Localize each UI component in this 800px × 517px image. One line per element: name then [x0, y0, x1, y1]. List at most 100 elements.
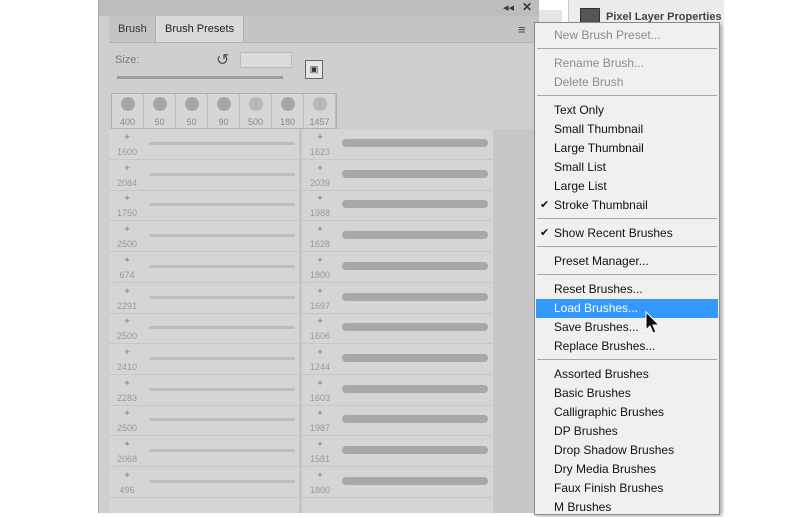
brush-stroke-preview: [149, 387, 295, 391]
brush-presets-grid: ✦ 1600 ✦ 2084 ✦ 1750 ✦ 2500 ✦ 674 ✦ 2291 ✦ 2500 ✦ 2410 ✦…: [109, 129, 493, 513]
menu-item-drop-shadow-brushes[interactable]: Drop Shadow Brushes: [536, 441, 718, 460]
brush-preset-item[interactable]: ✦ 1606: [302, 313, 492, 345]
menu-item-rename-brush[interactable]: Rename Brush...: [536, 54, 718, 73]
panel-menu-icon[interactable]: ≡: [518, 22, 526, 37]
menu-item-small-thumbnail[interactable]: Small Thumbnail: [536, 120, 718, 139]
menu-item-basic-brushes[interactable]: Basic Brushes: [536, 384, 718, 403]
brush-preset-item[interactable]: ✦ 1628: [302, 221, 492, 253]
brush-tip-icon: [280, 97, 295, 111]
recent-brush[interactable]: 400: [112, 94, 144, 128]
brush-preset-item[interactable]: ✦ 2500: [109, 313, 299, 345]
brush-preset-item[interactable]: ✦ 2500: [109, 221, 299, 253]
menu-item-calligraphic-brushes[interactable]: Calligraphic Brushes: [536, 403, 718, 422]
brush-preset-item[interactable]: ✦ 1623: [302, 129, 492, 160]
tab-brush-presets[interactable]: Brush Presets: [155, 16, 245, 42]
brush-tip-icon: ✦: [123, 439, 131, 449]
menu-item-dry-media-brushes[interactable]: Dry Media Brushes: [536, 460, 718, 479]
brush-size-label: 1603: [309, 392, 331, 403]
menu-item-save-brushes[interactable]: Save Brushes...: [536, 318, 718, 337]
brush-tip-icon: ✦: [123, 469, 131, 480]
brush-preset-item[interactable]: ✦ 2500: [109, 405, 299, 437]
menu-item-large-list[interactable]: Large List: [536, 177, 718, 196]
recent-brushes-strip: 400 50 50 90 500 180 1457: [111, 93, 337, 129]
brush-stroke-preview: [149, 234, 295, 238]
menu-item-assorted-brushes[interactable]: Assorted Brushes: [536, 365, 718, 384]
menu-item-label: Basic Brushes: [554, 386, 631, 400]
recent-brush[interactable]: 1457: [304, 94, 336, 128]
menu-item-label: Delete Brush: [554, 75, 624, 89]
menu-item-large-thumbnail[interactable]: Large Thumbnail: [536, 139, 718, 158]
brush-tip-icon: [216, 97, 231, 111]
menu-item-label: Large List: [554, 179, 607, 193]
brush-preset-item[interactable]: ✦ 1244: [302, 344, 492, 375]
menu-item-delete-brush[interactable]: Delete Brush: [536, 73, 718, 92]
recent-brush[interactable]: 500: [240, 94, 272, 128]
menu-item-preset-manager[interactable]: Preset Manager...: [536, 252, 718, 271]
collapse-panel-icon[interactable]: ◂◂: [503, 1, 514, 14]
brush-size-label: 2084: [116, 177, 138, 188]
menu-item-replace-brushes[interactable]: Replace Brushes...: [536, 337, 718, 356]
brush-size-label: 1606: [309, 331, 331, 342]
reset-size-icon[interactable]: ↺: [216, 50, 229, 70]
menu-item-text-only[interactable]: Text Only: [536, 101, 718, 120]
menu-item-faux-finish-brushes[interactable]: Faux Finish Brushes: [536, 479, 718, 498]
brush-preset-item[interactable]: ✦ 2068: [109, 436, 299, 467]
brush-preset-item[interactable]: ✦ 1988: [302, 190, 492, 222]
menu-item-dp-brushes[interactable]: DP Brushes: [536, 422, 718, 441]
menu-divider: [537, 359, 717, 360]
brush-preset-item[interactable]: ✦ 2410: [109, 344, 299, 375]
size-input[interactable]: [240, 52, 292, 68]
brush-size-label: 500: [247, 117, 264, 127]
brush-preset-item[interactable]: ✦ 1581: [302, 436, 492, 467]
brush-size-label: 1800: [309, 269, 331, 280]
recent-brush[interactable]: 50: [176, 94, 208, 128]
recent-brush[interactable]: 50: [144, 94, 176, 128]
brush-stroke-preview: [342, 446, 488, 454]
menu-item-new-brush-preset[interactable]: New Brush Preset...: [536, 26, 718, 45]
brush-size-label: 2039: [309, 177, 331, 188]
brush-tip-icon: ✦: [123, 408, 131, 419]
size-slider[interactable]: [117, 76, 283, 79]
brush-size-label: 2068: [116, 454, 138, 464]
brush-tip-icon: ✦: [123, 132, 131, 142]
brush-preset-item[interactable]: ✦ 1600: [109, 129, 299, 160]
brush-preset-item[interactable]: ✦ 1603: [302, 375, 492, 406]
menu-item-label: Save Brushes...: [554, 320, 639, 334]
menu-item-label: DP Brushes: [554, 424, 618, 438]
brush-preset-item[interactable]: ✦ 1800: [302, 252, 492, 283]
brush-stroke-preview: [342, 415, 488, 424]
menu-item-label: Rename Brush...: [554, 56, 645, 70]
brush-preset-item[interactable]: ✦ 2039: [302, 160, 492, 191]
recent-brush[interactable]: 90: [208, 94, 240, 128]
brush-preset-item[interactable]: ✦ 496: [109, 467, 299, 498]
recent-brush[interactable]: 180: [272, 94, 304, 128]
brush-preset-item[interactable]: ✦ 1750: [109, 190, 299, 222]
brush-stroke-preview: [342, 384, 488, 393]
brush-stroke-preview: [342, 353, 488, 362]
close-icon[interactable]: ✕: [522, 0, 532, 14]
menu-item-show-recent-brushes[interactable]: ✔ Show Recent Brushes: [536, 224, 718, 243]
brush-size-label: 1244: [309, 361, 331, 372]
brush-preset-item[interactable]: ✦ 1987: [302, 405, 492, 437]
brush-stroke-preview: [149, 449, 295, 452]
menu-item-label: Stroke Thumbnail: [554, 198, 648, 212]
brush-preset-item[interactable]: ✦ 2283: [109, 375, 299, 406]
brush-preset-item[interactable]: ✦ 674: [109, 252, 299, 283]
brush-preset-item[interactable]: ✦ 1800: [302, 467, 492, 498]
menu-item-stroke-thumbnail[interactable]: ✔ Stroke Thumbnail: [536, 196, 718, 215]
brush-preset-item[interactable]: ✦ 2291: [109, 283, 299, 314]
tab-brush[interactable]: Brush: [109, 16, 156, 42]
menu-item-label: Replace Brushes...: [554, 339, 656, 353]
panel-tabs: Brush Brush Presets: [109, 16, 539, 43]
menu-item-load-brushes[interactable]: Load Brushes...: [536, 299, 718, 318]
brush-preset-item[interactable]: ✦ 2084: [109, 160, 299, 191]
menu-item-small-list[interactable]: Small List: [536, 158, 718, 177]
brush-tip-icon: [184, 97, 199, 111]
toggle-brush-panel-icon[interactable]: ▣: [305, 60, 323, 79]
menu-item-m-brushes[interactable]: M Brushes: [536, 498, 718, 517]
menu-item-reset-brushes[interactable]: Reset Brushes...: [536, 280, 718, 299]
brush-preset-item[interactable]: ✦ 1697: [302, 283, 492, 314]
brush-size-label: 1987: [309, 423, 331, 434]
brush-tip-icon: [312, 97, 327, 111]
menu-item-label: Large Thumbnail: [554, 141, 644, 155]
